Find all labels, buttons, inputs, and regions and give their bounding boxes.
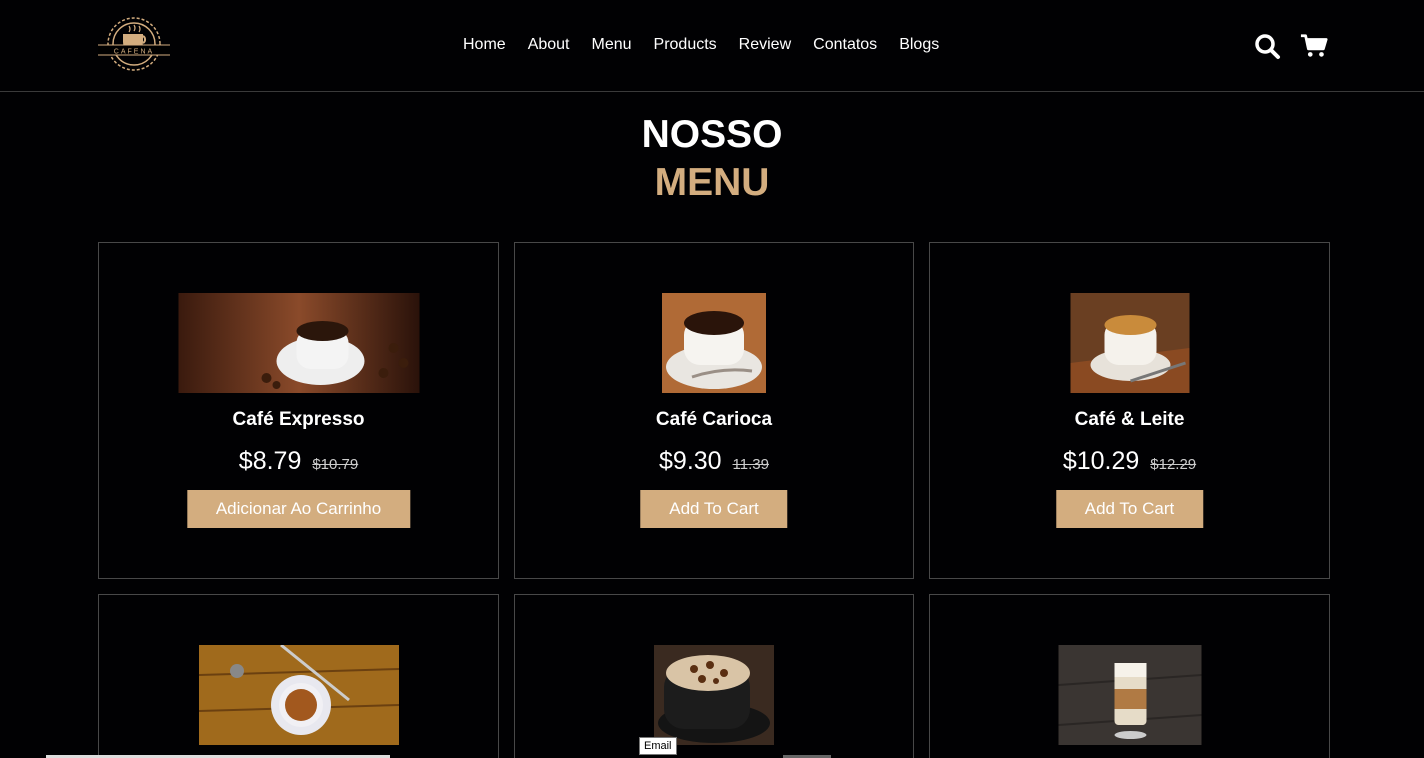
site-header: CAFENA Home About Menu Products Review C… — [0, 0, 1424, 92]
current-price: $10.29 — [1062, 447, 1140, 475]
email-tooltip: Email — [639, 737, 677, 755]
nav-about[interactable]: About — [528, 36, 570, 54]
old-price: 11.39 — [732, 456, 769, 473]
add-to-cart-button[interactable]: Add To Cart — [640, 490, 788, 528]
nav-menu[interactable]: Menu — [592, 36, 632, 54]
product-card — [929, 594, 1330, 758]
product-card: Café Carioca $9.30 11.39 Add To Cart — [514, 242, 914, 579]
add-to-cart-button[interactable]: Add To Cart — [1055, 490, 1204, 528]
product-name: Café Carioca — [655, 409, 773, 430]
old-price: $12.29 — [1150, 456, 1197, 473]
current-price: $9.30 — [659, 447, 722, 475]
nav-contatos[interactable]: Contatos — [813, 36, 877, 54]
product-card: Café & Leite $10.29 $12.29 Add To Cart — [929, 242, 1330, 579]
product-card — [98, 594, 499, 758]
nav-review[interactable]: Review — [739, 36, 791, 54]
product-price: $10.29 $12.29 — [930, 447, 1329, 476]
product-image — [662, 293, 766, 393]
nav-products[interactable]: Products — [654, 36, 717, 54]
product-image — [1070, 293, 1189, 393]
product-image — [654, 645, 774, 745]
old-price: $10.79 — [312, 456, 359, 473]
nav-blogs[interactable]: Blogs — [899, 36, 939, 54]
section-title-line1: NOSSO — [641, 113, 783, 156]
product-name: Café Expresso — [232, 409, 365, 430]
product-image — [198, 645, 399, 745]
product-name: Café & Leite — [1074, 409, 1185, 430]
add-to-cart-button[interactable]: Adicionar Ao Carrinho — [186, 490, 411, 528]
cafena-logo[interactable]: CAFENA — [96, 12, 172, 76]
product-image — [178, 293, 419, 393]
product-card: Café Expresso $8.79 $10.79 Adicionar Ao … — [98, 242, 499, 579]
cart-icon[interactable] — [1300, 32, 1328, 60]
product-price: $9.30 11.39 — [515, 447, 913, 476]
main-nav: Home About Menu Products Review Contatos… — [463, 36, 939, 54]
nav-home[interactable]: Home — [463, 36, 506, 54]
svg-text:CAFENA: CAFENA — [114, 49, 154, 56]
product-image — [1058, 645, 1201, 745]
section-title-line2: MENU — [654, 161, 770, 204]
product-card — [514, 594, 914, 758]
search-icon[interactable] — [1253, 32, 1281, 60]
current-price: $8.79 — [238, 447, 302, 475]
product-price: $8.79 $10.79 — [99, 447, 498, 476]
